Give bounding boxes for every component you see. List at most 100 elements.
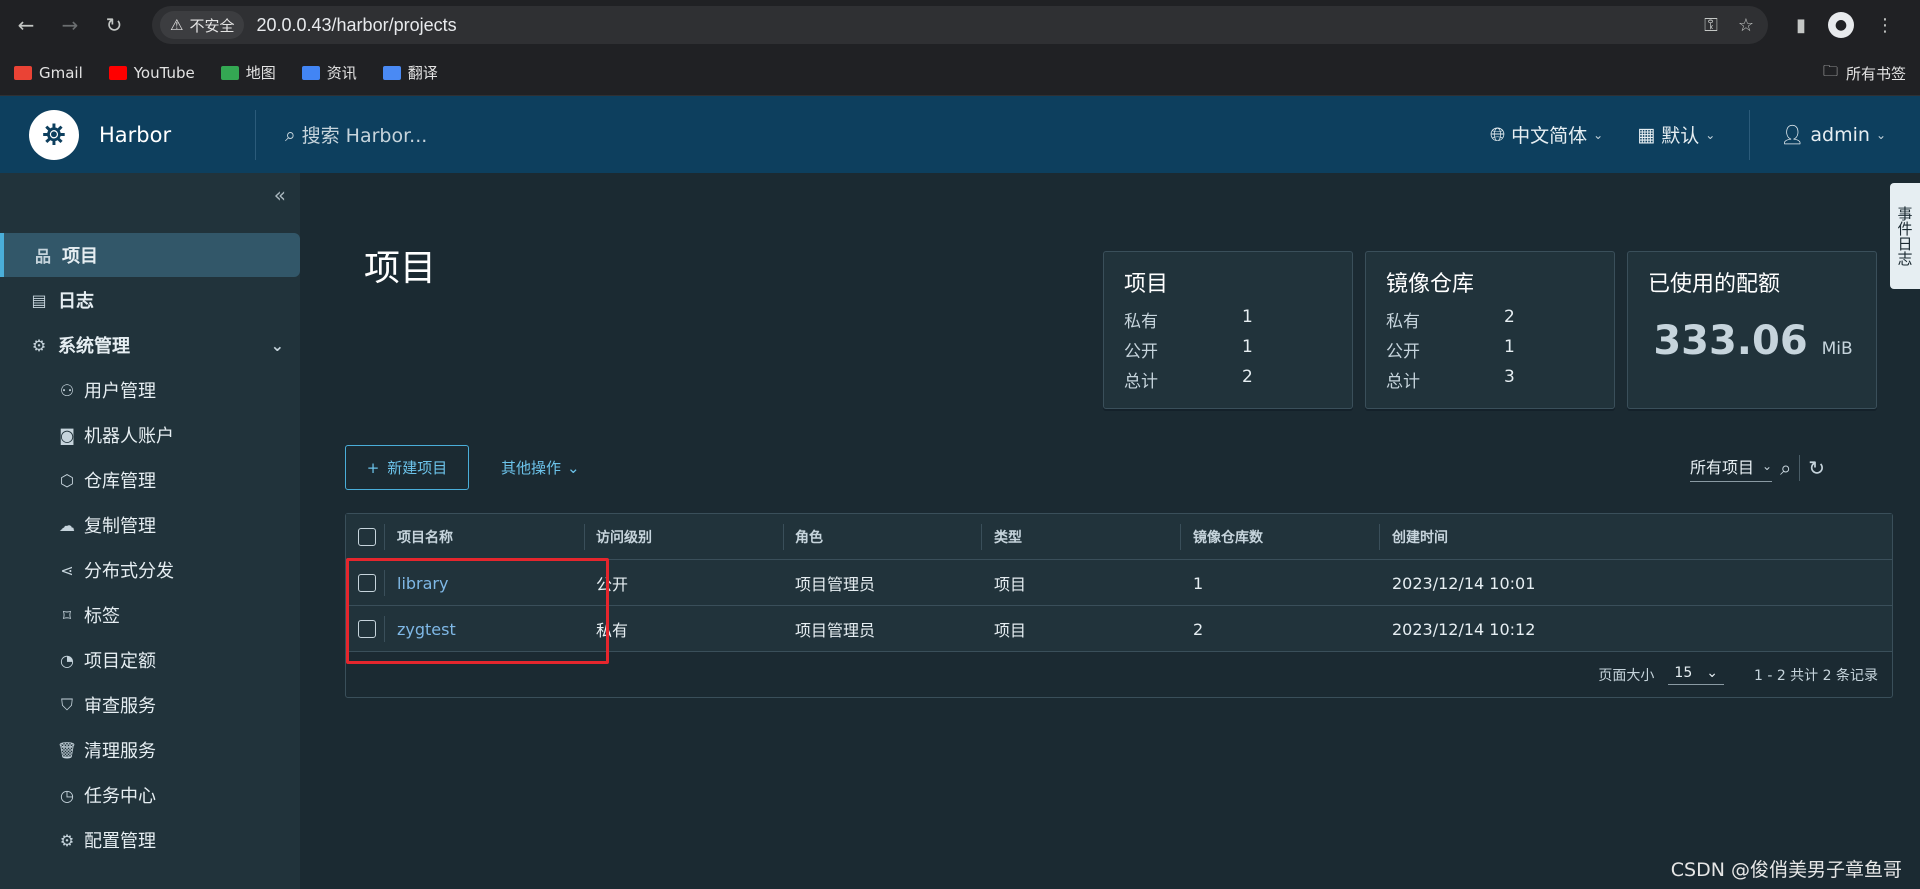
sidebar-item-labels[interactable]: ⌑ 标签	[0, 593, 300, 637]
bookmark-label: 地图	[245, 64, 276, 82]
sidebar-item-label: 机器人账户	[84, 426, 174, 447]
collapse-sidebar-icon[interactable]: «	[274, 183, 286, 207]
column-header[interactable]: 创建时间	[1392, 514, 1448, 560]
address-bar[interactable]: ⚠ 不安全 20.0.0.43/harbor/projects ⚿ ☆	[152, 6, 1768, 44]
page-size-select[interactable]: 15 ⌄	[1668, 665, 1724, 685]
sidebar-item-label: 分布式分发	[84, 561, 174, 582]
sidebar-item-label: 配置管理	[84, 831, 156, 852]
bookmark-news[interactable]: 资讯	[301, 62, 357, 83]
chevron-down-icon: ⌄	[1875, 127, 1886, 142]
repo-count: 1	[1193, 573, 1204, 593]
refresh-icon[interactable]: ↻	[1808, 456, 1825, 480]
sidebar-item-logs[interactable]: ▤ 日志	[0, 278, 300, 322]
header-divider	[1749, 109, 1751, 160]
new-project-label: 新建项目	[387, 459, 448, 477]
harbor-logo-icon[interactable]: ⛯	[29, 109, 79, 160]
chevron-down-icon: ⌄	[1593, 127, 1604, 142]
sidebar-item-replications[interactable]: ☁ 复制管理	[0, 503, 300, 547]
project-icon: 品	[34, 247, 51, 266]
language-dropdown[interactable]: 🌐︎ 中文简体 ⌄	[1490, 121, 1603, 148]
gauge-icon: ◔	[60, 650, 74, 670]
filter-label: 所有项目	[1690, 457, 1755, 477]
column-header[interactable]: 项目名称	[397, 514, 453, 560]
main-content: 项目 项目 私有 1 公开 1 总计 2 镜像仓库 私有 2 公开 1 总计 3 已使用的配…	[300, 173, 1920, 889]
reload-icon[interactable]: ↻	[96, 7, 132, 43]
sidebar-item-job-service[interactable]: ◷ 任务中心	[0, 773, 300, 817]
search-input[interactable]: 搜索 Harbor...	[302, 121, 428, 148]
profile-avatar-icon[interactable]: ●	[1828, 12, 1854, 38]
sidebar-item-label: 日志	[58, 291, 94, 312]
sidebar-item-administration[interactable]: ⚙ 系统管理 ⌄	[0, 323, 300, 367]
card-row-label: 总计	[1124, 372, 1158, 392]
globe-icon: 🌐︎	[1489, 123, 1506, 146]
sidepanel-icon[interactable]: ▮	[1796, 15, 1806, 36]
project-filter-select[interactable]: 所有项目 ⌄	[1690, 454, 1773, 482]
repositories-summary-card: 镜像仓库 私有 2 公开 1 总计 3	[1365, 251, 1615, 409]
select-all-checkbox[interactable]	[358, 514, 376, 560]
card-row-value: 2	[1504, 307, 1515, 327]
url-text[interactable]: 20.0.0.43/harbor/projects	[256, 15, 456, 36]
column-header[interactable]: 角色	[795, 514, 823, 560]
sidebar-item-users[interactable]: ⚇ 用户管理	[0, 368, 300, 412]
back-icon[interactable]: ←	[8, 7, 44, 43]
card-row-value: 1	[1242, 307, 1253, 327]
bookmark-maps[interactable]: 地图	[220, 62, 276, 83]
maps-icon	[220, 65, 239, 80]
browser-toolbar: ← → ↻ ⚠ 不安全 20.0.0.43/harbor/projects ⚿ …	[0, 0, 1920, 50]
dashboard-icon: ◷	[60, 785, 74, 805]
key-icon[interactable]: ⚿	[1704, 15, 1718, 36]
column-header[interactable]: 类型	[994, 514, 1022, 560]
projects-summary-card: 项目 私有 1 公开 1 总计 2	[1103, 251, 1353, 409]
sidebar-item-robot-accounts[interactable]: ◙ 机器人账户	[0, 413, 300, 457]
sidebar-item-registries[interactable]: ⬡ 仓库管理	[0, 458, 300, 502]
card-row-value: 1	[1242, 337, 1253, 357]
chevron-down-icon: ⌄	[567, 458, 580, 477]
sidebar: « 品项目 ▤ 日志 ⚙ 系统管理 ⌄ ⚇ 用户管理 ◙ 机器人账户 ⬡ 仓库管理 ☁ 复制管…	[0, 173, 300, 889]
menu-icon[interactable]: ⋮	[1876, 15, 1894, 36]
bookmark-translate[interactable]: 翻译	[382, 62, 438, 83]
card-row-value: 2	[1242, 367, 1253, 387]
new-project-button[interactable]: + 新建项目	[345, 445, 469, 490]
theme-dropdown[interactable]: ▦ 默认 ⌄	[1637, 121, 1715, 148]
sidebar-item-label: 清理服务	[84, 741, 156, 762]
card-row-label: 私有	[1386, 312, 1420, 332]
sidebar-item-clean-up[interactable]: 🗑︎ 清理服务	[0, 728, 300, 772]
column-header[interactable]: 访问级别	[596, 514, 652, 560]
watermark: CSDN @俊俏美男子章鱼哥	[1670, 859, 1902, 881]
card-title: 项目	[1124, 272, 1169, 297]
event-log-tab[interactable]: 事件日志	[1890, 183, 1920, 289]
forward-icon[interactable]: →	[52, 7, 88, 43]
creation-time: 2023/12/14 10:01	[1392, 573, 1536, 593]
user-menu[interactable]: 👤︎ admin ⌄	[1780, 123, 1886, 147]
box-icon: ⬡	[60, 470, 74, 490]
sidebar-item-configuration[interactable]: ⚙ 配置管理	[0, 818, 300, 862]
folder-icon: 🗀	[1822, 61, 1838, 80]
bookmark-youtube[interactable]: YouTube	[108, 64, 195, 82]
bookmark-gmail[interactable]: Gmail	[14, 64, 83, 82]
star-icon[interactable]: ☆	[1738, 15, 1754, 36]
other-actions-dropdown[interactable]: 其他操作 ⌄	[501, 445, 580, 490]
security-label: 不安全	[189, 16, 235, 35]
creation-time: 2023/12/14 10:12	[1392, 619, 1536, 639]
all-bookmarks[interactable]: 🗀 所有书签	[1823, 50, 1906, 96]
sidebar-item-projects[interactable]: 品项目	[0, 233, 300, 277]
warning-icon: ⚠	[170, 16, 184, 34]
column-header[interactable]: 镜像仓库数	[1193, 514, 1263, 560]
gmail-icon	[14, 65, 32, 80]
sidebar-item-distributions[interactable]: ⋖ 分布式分发	[0, 548, 300, 592]
sidebar-item-label: 审查服务	[84, 696, 156, 717]
plus-icon: +	[366, 458, 380, 477]
admin-icon: ⚙	[31, 335, 47, 355]
global-search[interactable]: ⌕ 搜索 Harbor...	[285, 96, 427, 173]
brand-name[interactable]: Harbor	[99, 123, 171, 147]
security-chip[interactable]: ⚠ 不安全	[160, 11, 245, 39]
toolbar-filter: 所有项目 ⌄ ⌕ ↻	[1690, 445, 1825, 490]
translate-icon	[382, 65, 401, 80]
search-icon[interactable]: ⌕	[1780, 456, 1791, 480]
sidebar-item-project-quotas[interactable]: ◔ 项目定额	[0, 638, 300, 682]
sidebar-item-label: 仓库管理	[84, 471, 156, 492]
sidebar-item-label: 标签	[84, 606, 120, 627]
sidebar-item-interrogation[interactable]: ⛉ 审查服务	[0, 683, 300, 727]
card-row-label: 总计	[1386, 372, 1420, 392]
quota-value: 333.06 MiB	[1628, 318, 1878, 364]
